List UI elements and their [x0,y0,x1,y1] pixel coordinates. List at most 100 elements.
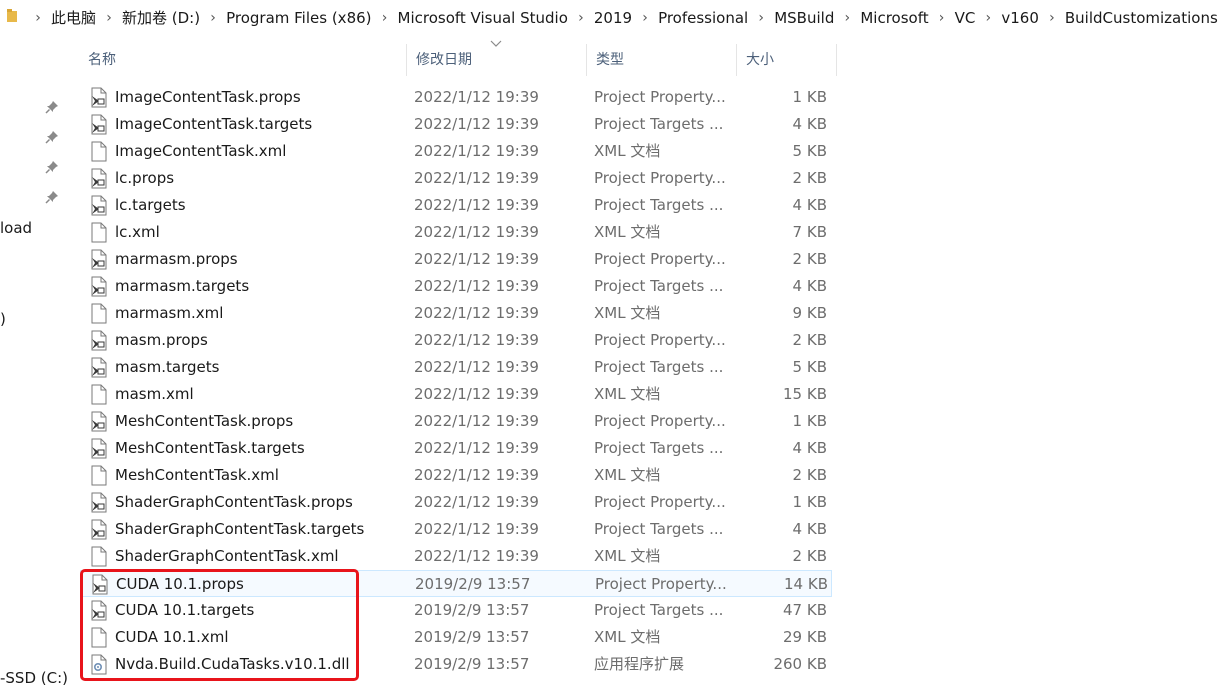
pin-icon[interactable] [45,190,59,204]
file-row[interactable]: ShaderGraphContentTask.props 2022/1/12 19… [80,489,832,516]
breadcrumb-item[interactable]: v160 [998,9,1042,27]
chevron-right-icon[interactable]: › [571,10,591,26]
file-type: Project Targets ... [594,115,724,133]
file-row[interactable]: ShaderGraphContentTask.xml 2022/1/12 19:3… [80,543,832,570]
column-divider[interactable] [836,44,837,76]
breadcrumb-item[interactable]: MSBuild [771,9,837,27]
address-bar[interactable]: › 此电脑 › 新加卷 (D:) › Program Files (x86) › Micros… [0,0,1220,34]
column-header-name[interactable]: 名称 [78,44,406,76]
file-row[interactable]: MeshContentTask.xml 2022/1/12 19:39 XML 文档… [80,462,832,489]
breadcrumb-item[interactable]: Program Files (x86) [223,9,374,27]
file-row[interactable]: marmasm.targets 2022/1/12 19:39 Project Ta… [80,273,832,300]
file-row[interactable]: lc.targets 2022/1/12 19:39 Project Targets… [80,192,832,219]
file-name: ShaderGraphContentTask.xml [115,547,339,565]
file-name: marmasm.props [115,250,238,268]
file-name: masm.props [115,331,208,349]
file-row[interactable]: marmasm.props 2022/1/12 19:39 Project Prop… [80,246,832,273]
breadcrumb-item[interactable]: Professional [655,9,751,27]
file-row[interactable]: ImageContentTask.props 2022/1/12 19:39 Pro… [80,84,832,111]
document-icon [91,141,107,162]
file-row[interactable]: MeshContentTask.props 2022/1/12 19:39 Proj… [80,408,832,435]
file-type: XML 文档 [594,385,661,403]
column-header-size[interactable]: 大小 [736,44,836,76]
file-name: lc.targets [115,196,186,214]
file-type: Project Property... [594,412,726,430]
chevron-right-icon[interactable]: › [837,10,857,26]
file-row[interactable]: CUDA 10.1.xml 2019/2/9 13:57 XML 文档 29 KB [80,624,832,651]
file-type: Project Property... [594,331,726,349]
chevron-right-icon[interactable]: › [1042,10,1062,26]
chevron-right-icon[interactable]: › [635,10,655,26]
file-row[interactable]: lc.props 2022/1/12 19:39 Project Property.… [80,165,832,192]
file-type: XML 文档 [594,628,661,646]
pin-icon[interactable] [45,100,59,114]
file-row[interactable]: CUDA 10.1.targets 2019/2/9 13:57 Project T… [80,597,832,624]
file-date: 2022/1/12 19:39 [414,385,539,403]
file-size: 2 KB [792,331,827,349]
breadcrumb-item[interactable]: 新加卷 (D:) [119,7,203,28]
file-size: 260 KB [773,655,827,673]
file-row[interactable]: masm.props 2022/1/12 19:39 Project Propert… [80,327,832,354]
file-date: 2022/1/12 19:39 [414,304,539,322]
file-row[interactable]: ImageContentTask.xml 2022/1/12 19:39 XML 文… [80,138,832,165]
file-size: 2 KB [792,169,827,187]
file-size: 4 KB [792,196,827,214]
file-name: masm.targets [115,358,220,376]
nav-item[interactable]: ) [0,310,6,328]
file-row[interactable]: marmasm.xml 2022/1/12 19:39 XML 文档 9 KB [80,300,832,327]
file-name: MeshContentTask.targets [115,439,305,457]
file-size: 5 KB [792,142,827,160]
project-file-icon [91,249,107,270]
file-row[interactable]: Nvda.Build.CudaTasks.v10.1.dll 2019/2/9 1… [80,651,832,678]
file-name: ImageContentTask.xml [115,142,287,160]
chevron-right-icon[interactable]: › [978,10,998,26]
chevron-right-icon[interactable]: › [203,10,223,26]
project-file-icon [91,519,107,540]
project-file-icon [91,114,107,135]
file-row[interactable]: masm.xml 2022/1/12 19:39 XML 文档 15 KB [80,381,832,408]
breadcrumb-item[interactable]: 2019 [591,9,635,27]
breadcrumb-item[interactable]: Microsoft [857,9,931,27]
file-date: 2019/2/9 13:57 [414,628,530,646]
file-type: Project Property... [594,493,726,511]
document-icon [91,546,107,567]
chevron-right-icon[interactable]: › [99,10,119,26]
file-name: MeshContentTask.props [115,412,294,430]
chevron-right-icon[interactable]: › [932,10,952,26]
nav-item-drive-c[interactable]: -SSD (C:) [0,669,68,687]
file-name: Nvda.Build.CudaTasks.v10.1.dll [115,655,350,673]
column-header-type[interactable]: 类型 [586,44,736,76]
breadcrumb-item[interactable]: BuildCustomizations [1062,9,1220,27]
file-row[interactable]: masm.targets 2022/1/12 19:39 Project Targe… [80,354,832,381]
file-row[interactable]: ImageContentTask.targets 2022/1/12 19:39 P… [80,111,832,138]
file-date: 2022/1/12 19:39 [414,223,539,241]
pin-icon[interactable] [45,160,59,174]
file-date: 2022/1/12 19:39 [414,520,539,538]
file-row[interactable]: MeshContentTask.targets 2022/1/12 19:39 Pr… [80,435,832,462]
file-size: 1 KB [792,88,827,106]
file-date: 2019/2/9 13:57 [415,575,531,593]
breadcrumb-item[interactable]: 此电脑 [48,7,99,28]
file-row[interactable]: CUDA 10.1.props 2019/2/9 13:57 Project Pro… [80,570,832,597]
file-date: 2022/1/12 19:39 [414,277,539,295]
project-file-icon [91,357,107,378]
file-type: Project Property... [594,250,726,268]
file-date: 2022/1/12 19:39 [414,331,539,349]
file-type: Project Property... [594,88,726,106]
dll-file-icon [91,654,107,675]
chevron-right-icon[interactable]: › [375,10,395,26]
pin-icon[interactable] [45,130,59,144]
nav-item-download[interactable]: load [0,219,32,237]
breadcrumb-item[interactable]: VC [952,9,979,27]
chevron-right-icon[interactable]: › [751,10,771,26]
file-type: 应用程序扩展 [594,655,685,673]
file-row[interactable]: lc.xml 2022/1/12 19:39 XML 文档 7 KB [80,219,832,246]
project-file-icon [91,411,107,432]
file-size: 2 KB [792,466,827,484]
breadcrumb-item[interactable]: Microsoft Visual Studio [395,9,571,27]
file-date: 2019/2/9 13:57 [414,601,530,619]
file-row[interactable]: ShaderGraphContentTask.targets 2022/1/12 … [80,516,832,543]
chevron-right-icon[interactable]: › [28,10,48,26]
file-type: XML 文档 [594,223,661,241]
column-header-date[interactable]: 修改日期 [406,44,586,76]
